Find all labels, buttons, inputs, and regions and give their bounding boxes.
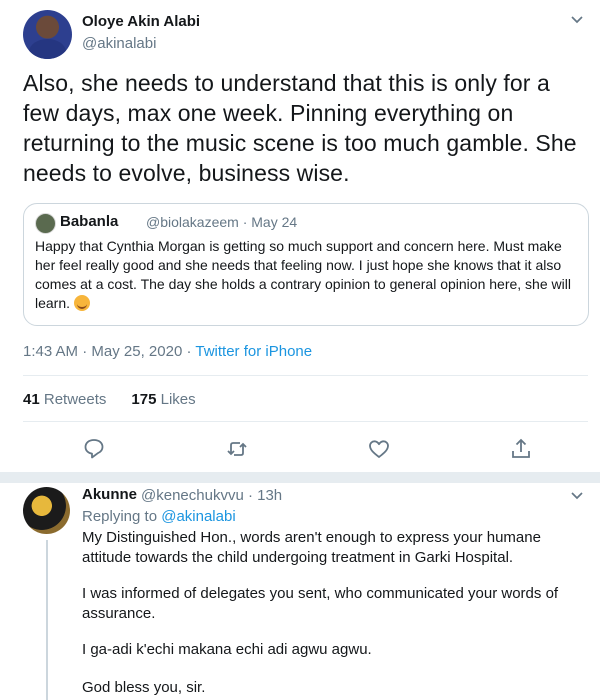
likes-stat[interactable]: 175 Likes <box>131 391 195 408</box>
retweets-count: 41 <box>23 391 40 408</box>
quoted-tweet[interactable]: Babanla @biolakazeem · May 24 Happy that… <box>23 203 589 326</box>
quoted-text: Happy that Cynthia Morgan is getting so … <box>35 238 571 311</box>
quoted-date: May 24 <box>251 214 298 230</box>
thread-line <box>46 540 48 700</box>
retweets-label: Retweets <box>43 391 107 408</box>
reply-age[interactable]: 13h <box>257 487 282 504</box>
reply-author-handle[interactable]: @kenechukvvu <box>141 487 244 504</box>
reply-icon[interactable] <box>82 437 106 461</box>
reply-paragraph: I ga-adi k'echi makana echi adi agwu agw… <box>82 641 372 658</box>
divider <box>23 375 588 376</box>
replying-to-handle[interactable]: @akinalabi <box>161 508 235 525</box>
reply-author-name[interactable]: Akunne <box>82 486 137 503</box>
replying-to-label: Replying to <box>82 508 158 525</box>
reply-author-meta: @kenechukvvu · 13h <box>141 487 282 504</box>
reply-paragraph: I was informed of delegates you sent, wh… <box>82 585 559 622</box>
retweets-stat[interactable]: 41 Retweets <box>23 391 106 408</box>
author-handle[interactable]: @akinalabi <box>82 35 156 52</box>
like-icon[interactable] <box>367 437 391 461</box>
replying-to: Replying to @akinalabi <box>82 508 236 525</box>
quoted-author-name: Babanla <box>60 213 119 230</box>
quoted-author-meta: @biolakazeem · May 24 <box>146 214 297 230</box>
chevron-down-icon[interactable] <box>570 13 584 27</box>
quoted-author-avatar <box>35 213 56 234</box>
tweet-time[interactable]: 1:43 AM <box>23 343 78 360</box>
author-avatar[interactable] <box>23 10 72 59</box>
tweet-text: Also, she needs to understand that this … <box>23 70 577 186</box>
likes-label: Likes <box>160 391 196 408</box>
section-divider <box>0 472 600 483</box>
reply-paragraph: God bless you, sir. <box>82 679 206 696</box>
author-name[interactable]: Oloye Akin Alabi <box>82 13 200 30</box>
retweet-icon[interactable] <box>225 437 249 461</box>
likes-count: 175 <box>131 391 157 408</box>
tweet-source[interactable]: Twitter for iPhone <box>195 343 312 360</box>
share-icon[interactable] <box>509 437 533 461</box>
smiling-emoji-icon <box>73 295 90 311</box>
reply-paragraph: My Distinguished Hon., words aren't enou… <box>82 529 541 566</box>
tweet-timestamp: 1:43 AM · May 25, 2020 · Twitter for iPh… <box>23 343 312 360</box>
quoted-tweet-text: Happy that Cynthia Morgan is getting so … <box>35 237 580 313</box>
divider <box>23 421 588 422</box>
separator-dot: · <box>247 487 253 504</box>
separator-dot: · <box>242 214 248 230</box>
quoted-author-handle: @biolakazeem <box>146 214 239 230</box>
reply-author-avatar[interactable] <box>23 487 70 534</box>
chevron-down-icon[interactable] <box>570 489 584 503</box>
tweet-date[interactable]: May 25, 2020 <box>91 343 182 360</box>
tweet-stats: 41 Retweets 175 Likes <box>23 391 196 408</box>
separator-dot: · <box>186 343 192 360</box>
separator-dot: · <box>82 343 88 360</box>
